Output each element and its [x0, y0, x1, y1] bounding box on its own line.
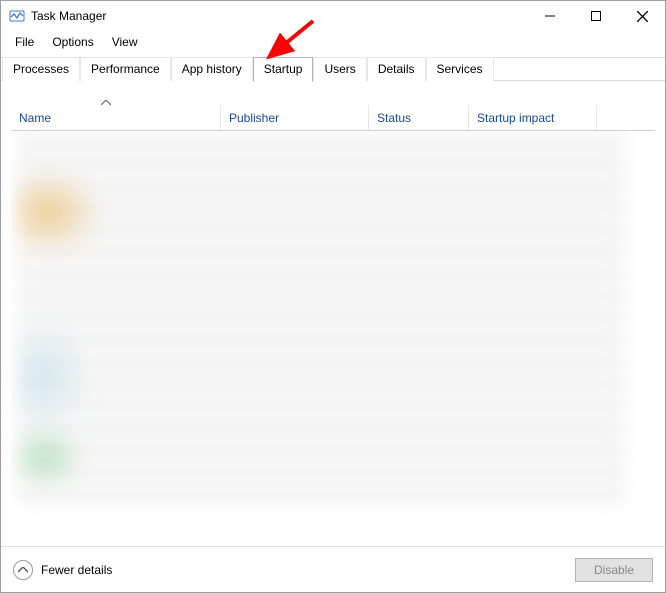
startup-list[interactable]	[11, 131, 655, 546]
content-area: Name Publisher Status Startup impact	[1, 81, 665, 546]
column-header-name-label: Name	[19, 111, 51, 125]
chevron-up-icon	[13, 560, 33, 580]
window-controls	[527, 1, 665, 31]
disable-button-label: Disable	[594, 563, 634, 577]
tabstrip: Processes Performance App history Startu…	[1, 57, 665, 81]
window-title: Task Manager	[31, 9, 106, 23]
sort-indicator-icon	[101, 95, 111, 109]
tab-details[interactable]: Details	[367, 57, 426, 81]
column-header-startup-impact-label: Startup impact	[477, 111, 554, 125]
column-headers: Name Publisher Status Startup impact	[11, 105, 655, 131]
footer: Fewer details Disable	[1, 546, 665, 592]
minimize-button[interactable]	[527, 1, 573, 31]
tab-services[interactable]: Services	[426, 57, 494, 81]
menu-options[interactable]: Options	[44, 33, 101, 51]
column-header-publisher[interactable]: Publisher	[221, 105, 369, 130]
task-manager-icon	[9, 8, 25, 24]
column-header-status-label: Status	[377, 111, 411, 125]
disable-button: Disable	[575, 558, 653, 582]
column-header-status[interactable]: Status	[369, 105, 469, 130]
tab-users[interactable]: Users	[313, 57, 366, 81]
tab-processes[interactable]: Processes	[2, 57, 80, 81]
menu-view[interactable]: View	[104, 33, 146, 51]
blurred-rows	[17, 137, 625, 506]
column-header-startup-impact[interactable]: Startup impact	[469, 105, 597, 130]
column-header-publisher-label: Publisher	[229, 111, 279, 125]
tab-app-history[interactable]: App history	[171, 57, 253, 81]
maximize-button[interactable]	[573, 1, 619, 31]
menubar: File Options View	[1, 31, 665, 57]
close-button[interactable]	[619, 1, 665, 31]
task-manager-window: Task Manager File Options View Processes…	[0, 0, 666, 593]
tab-performance[interactable]: Performance	[80, 57, 171, 81]
column-header-name[interactable]: Name	[11, 105, 221, 130]
fewer-details-label: Fewer details	[41, 563, 112, 577]
menu-file[interactable]: File	[7, 33, 42, 51]
fewer-details-button[interactable]: Fewer details	[13, 560, 112, 580]
titlebar: Task Manager	[1, 1, 665, 31]
tab-startup[interactable]: Startup	[253, 57, 314, 82]
